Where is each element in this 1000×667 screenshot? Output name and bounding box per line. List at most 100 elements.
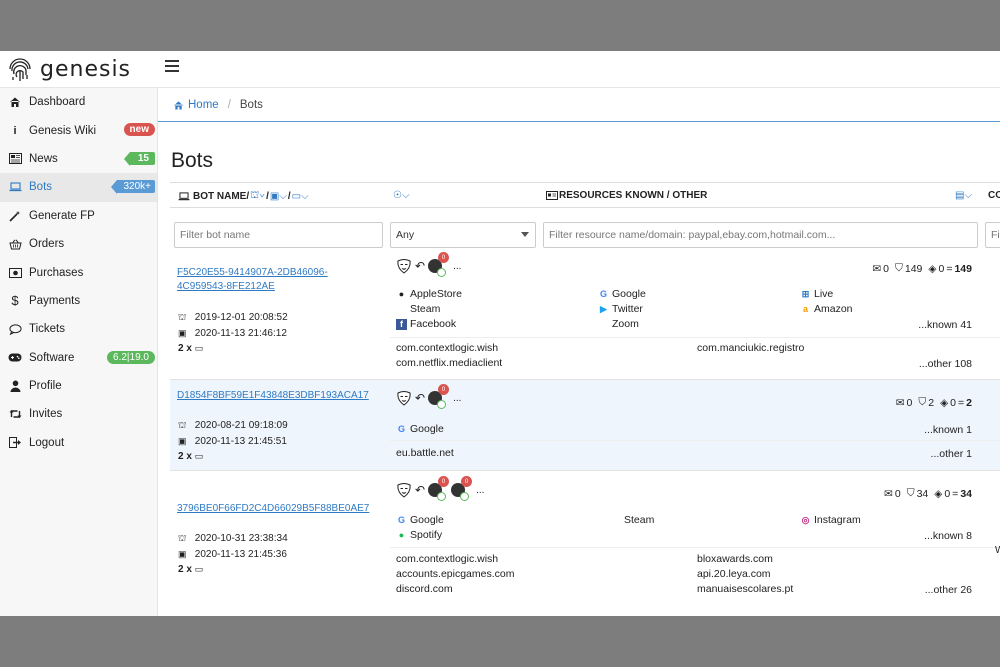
id-card-dropdown-icon[interactable]: ▤⌵ <box>955 190 972 201</box>
fingerprint-select[interactable]: Any <box>390 222 536 248</box>
resource-item[interactable]: Steam <box>610 514 654 526</box>
other-more-link[interactable]: ...other 108 <box>919 358 972 370</box>
other-resource[interactable]: com.manciukic.registro <box>697 342 804 354</box>
other-more-link[interactable]: ...other 1 <box>931 448 972 460</box>
caret-down-icon <box>521 232 529 237</box>
total-count: 2 <box>966 396 972 409</box>
sidebar-item-software[interactable]: Software 6.2|19.0 <box>0 344 157 372</box>
sidebar-item-invites[interactable]: Invites <box>0 400 157 428</box>
resource-item[interactable]: ● Spotify <box>396 529 442 541</box>
more-ellipsis[interactable]: ... <box>453 393 461 404</box>
more-ellipsis[interactable]: ... <box>476 485 484 496</box>
newspaper-icon <box>8 152 22 166</box>
resource-name: Spotify <box>410 529 443 541</box>
sidebar-item-payments[interactable]: $ Payments <box>0 287 157 315</box>
chrome-icon[interactable]: 0 <box>428 476 450 501</box>
fingerprint-logo-icon <box>9 58 31 81</box>
sidebar-item-dashboard[interactable]: Dashboard <box>0 88 157 116</box>
other-resource[interactable]: eu.battle.net <box>396 447 454 459</box>
instagram-icon: ◎ <box>801 514 810 525</box>
other-resource[interactable]: com.netflix.mediaclient <box>396 357 502 369</box>
other-resource[interactable]: com.contextlogic.wish <box>396 553 498 565</box>
sidebar-item-purchases[interactable]: Purchases <box>0 258 157 286</box>
column-header-bot-name[interactable]: BOT NAME/ ⛫⌵ / ▣⌵ / ▭⌵ <box>178 190 310 203</box>
breadcrumb-home-link[interactable]: Home <box>173 99 219 111</box>
chrome-icon[interactable]: 0 <box>428 252 450 277</box>
more-ellipsis[interactable]: ... <box>453 261 461 272</box>
other-resource[interactable]: accounts.epicgames.com <box>396 568 514 580</box>
sub-badge-icon <box>437 268 447 277</box>
sidebar-item-label: Profile <box>29 380 62 393</box>
known-more-link[interactable]: ...known 8 <box>924 530 972 542</box>
resource-item[interactable]: ▶ Twitter <box>598 303 643 315</box>
resource-item[interactable]: Steam <box>396 303 440 315</box>
other-resource[interactable]: discord.com <box>396 583 453 595</box>
fingerprint-filter-icon[interactable]: ☉⌵ <box>393 190 410 201</box>
new-badge: new <box>123 123 155 137</box>
updated-sort-icon[interactable]: ▣⌵ <box>270 191 287 202</box>
resource-item[interactable]: G Google <box>396 514 444 526</box>
torch-icon[interactable]: 0 <box>428 384 450 409</box>
resource-item[interactable]: ⊞ Live <box>800 288 834 300</box>
calendar-icon: ▣ <box>178 435 187 446</box>
bot-name-link[interactable]: 3796BE0F66FD2C4D66029B5F88BE0AE7 <box>177 502 369 516</box>
known-more-link[interactable]: ...known 1 <box>924 424 972 436</box>
sidebar-item-tickets[interactable]: Tickets <box>0 315 157 343</box>
main-content: Home / Bots Bots BOT NAME/ ⛫⌵ / ▣⌵ / ▭⌵ ☉⌵… <box>158 88 1000 616</box>
other-resource[interactable]: manuaisescolares.pt <box>697 583 793 595</box>
anonymous-mask-icon[interactable] <box>396 258 412 274</box>
other-resource[interactable]: bloxawards.com <box>697 553 773 565</box>
resource-name: Facebook <box>410 318 457 330</box>
sidebar-item-logout[interactable]: Logout <box>0 429 157 457</box>
filter-row: Filter bot name Any Filter resource name… <box>170 219 1000 251</box>
sidebar-item-news[interactable]: News 15 <box>0 145 157 173</box>
anonymous-mask-icon[interactable] <box>396 390 412 406</box>
resource-item[interactable]: a Amazon <box>800 303 853 315</box>
anonymous-mask-icon[interactable] <box>396 482 412 498</box>
edge-filter-input[interactable]: Filt <box>985 222 1000 248</box>
sidebar-item-bots[interactable]: Bots 320k+ <box>0 173 157 202</box>
bookmark-icon: ⛉ <box>895 262 903 274</box>
laptop-icon: ▭ <box>194 343 204 353</box>
resource-item[interactable]: G Google <box>396 423 444 435</box>
other-resource[interactable]: com.contextlogic.wish <box>396 342 498 354</box>
resource-filter-input[interactable]: Filter resource name/domain: paypal,ebay… <box>543 222 978 248</box>
google-icon: G <box>599 289 607 299</box>
bot-meta: ⛫ 2020-08-21 09:18:09 ▣ 2020-11-13 21:45… <box>178 418 288 465</box>
resource-item[interactable]: Zoom <box>598 318 639 330</box>
sidebar-item-genesis-wiki[interactable]: i Genesis Wiki new <box>0 116 157 144</box>
resource-counts: ✉ 0 ⛉ 2 ◈ 0 = 2 <box>896 396 972 409</box>
column-settings[interactable]: ▤⌵ <box>954 190 973 201</box>
column-header-resources[interactable]: RESOURCES KNOWN / OTHER <box>546 190 707 201</box>
sidebar-item-orders[interactable]: Orders <box>0 230 157 258</box>
sidebar-item-profile[interactable]: Profile <box>0 372 157 400</box>
reply-icon[interactable]: ↶ <box>415 391 425 405</box>
notification-count: 0 <box>438 384 450 395</box>
bot-name-link[interactable]: F5C20E55-9414907A-2DB46096- 4C959543-8FE… <box>177 266 328 294</box>
notification-count: 0 <box>438 252 450 263</box>
created-sort-icon[interactable]: ⛫⌵ <box>250 190 265 203</box>
bookmark-icon: ⛉ <box>906 487 915 499</box>
device-sort-icon[interactable]: ▭⌵ <box>292 191 309 202</box>
home-icon <box>8 95 22 109</box>
resource-item[interactable]: f Facebook <box>396 318 456 330</box>
column-header-fingerprint[interactable]: ☉⌵ <box>392 190 411 201</box>
reply-icon[interactable]: ↶ <box>415 483 425 497</box>
known-more-link[interactable]: ...known 41 <box>918 319 972 331</box>
bot-name-link[interactable]: D1854F8BF59E1F43848E3DBF193ACA17 <box>177 389 369 403</box>
column-header-edge[interactable]: CO <box>988 190 1000 201</box>
resource-item[interactable]: ● AppleStore <box>396 288 462 300</box>
resource-item[interactable]: G Google <box>598 288 646 300</box>
resource-item[interactable]: ◎ Instagram <box>800 514 861 526</box>
menu-toggle-button[interactable] <box>165 60 179 74</box>
logo[interactable]: genesis <box>6 53 131 85</box>
sidebar-item-label: Invites <box>29 408 63 421</box>
reply-icon[interactable]: ↶ <box>415 259 425 273</box>
total-count: 149 <box>954 262 972 275</box>
sidebar-item-generate-fp[interactable]: Generate FP <box>0 202 157 230</box>
bot-name-filter-input[interactable]: Filter bot name <box>174 222 383 248</box>
resource-name: Google <box>410 423 444 435</box>
torch-icon[interactable]: 0 <box>451 476 473 501</box>
other-resource[interactable]: api.20.leya.com <box>697 568 771 580</box>
other-more-link[interactable]: ...other 26 <box>925 584 972 596</box>
